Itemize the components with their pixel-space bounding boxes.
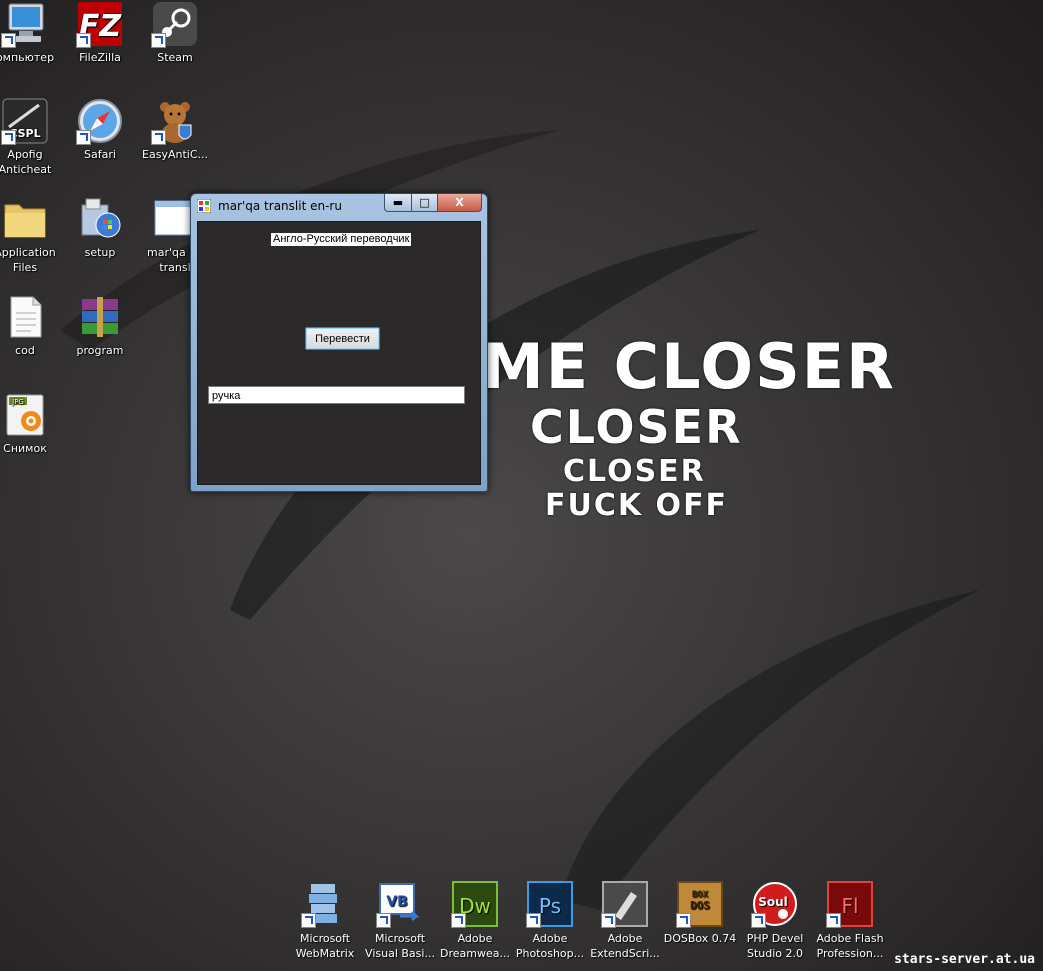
- svg-text:VB: VB: [386, 894, 408, 910]
- dock-item-photoshop[interactable]: Ps Adobe Photoshop...: [512, 880, 588, 961]
- wallpaper-text-line-2: CLOSER: [530, 400, 743, 454]
- svg-text:Ps: Ps: [539, 894, 561, 918]
- minimize-button[interactable]: ▬: [384, 194, 412, 212]
- folder-icon: [4, 204, 46, 238]
- winrar-icon: [82, 297, 118, 337]
- text-file-icon: [10, 296, 42, 338]
- wallpaper-text-line-4: FUCK OFF: [545, 488, 729, 523]
- watermark-text: stars-server.at.ua: [894, 952, 1035, 967]
- desktop-icon-snimok[interactable]: JPG Снимок: [0, 391, 63, 456]
- window-title: mar'qa translit en-ru: [218, 199, 342, 213]
- window-client-area: Англо-Русский переводчик Перевести ручка: [197, 221, 481, 485]
- desktop-icon-easyanticheat[interactable]: EasyAntiC...: [137, 97, 213, 162]
- svg-text:JPG: JPG: [11, 398, 24, 406]
- desktop-icon-cod[interactable]: cod: [0, 293, 63, 358]
- translator-heading-label: Англо-Русский переводчик: [271, 233, 412, 246]
- translation-input[interactable]: ручка: [208, 386, 465, 404]
- maximize-button[interactable]: □: [412, 194, 438, 212]
- dock-item-php-devel-studio[interactable]: Soul PHP Devel Studio 2.0: [737, 880, 813, 961]
- translate-button[interactable]: Перевести: [305, 327, 380, 350]
- translit-window[interactable]: mar'qa translit en-ru ▬ □ X Англо-Русски…: [190, 193, 488, 492]
- jpg-file-icon: JPG: [6, 394, 44, 436]
- dock-item-dosbox[interactable]: DOS BOX DOSBox 0.74: [662, 880, 738, 946]
- dock-item-visual-basic[interactable]: VB Microsoft Visual Basi...: [362, 880, 438, 961]
- app-window-icon: [197, 199, 211, 213]
- svg-text:Soul: Soul: [758, 895, 788, 909]
- svg-text:Fl: Fl: [841, 894, 858, 918]
- desktop-icon-filezilla[interactable]: FZ FileZilla: [62, 0, 138, 65]
- svg-text:BOX: BOX: [692, 890, 709, 900]
- wallpaper-text-line-1: ME CLOSER: [482, 330, 896, 403]
- desktop-icon-apofig[interactable]: CSPL Apofig Anticheat: [0, 97, 63, 177]
- dock-item-flash[interactable]: Fl Adobe Flash Profession...: [812, 880, 888, 961]
- dock-item-webmatrix[interactable]: Microsoft WebMatrix: [287, 880, 363, 961]
- wallpaper-text-line-3: CLOSER: [563, 454, 706, 489]
- setup-icon: [81, 198, 121, 238]
- desktop-icon-setup[interactable]: setup: [62, 195, 138, 260]
- close-button[interactable]: X: [438, 194, 482, 212]
- desktop-icon-safari[interactable]: Safari: [62, 97, 138, 162]
- svg-text:DOS: DOS: [690, 899, 710, 912]
- dock-item-dreamweaver[interactable]: Dw Adobe Dreamwea...: [437, 880, 513, 961]
- desktop-icon-application-files[interactable]: Application Files: [0, 195, 63, 275]
- desktop-icon-program[interactable]: program: [62, 293, 138, 358]
- desktop-icon-computer[interactable]: омпьютер: [0, 0, 63, 65]
- window-controls: ▬ □ X: [384, 194, 482, 213]
- desktop-icon-steam[interactable]: Steam: [137, 0, 213, 65]
- dock-item-extendscript[interactable]: Adobe ExtendScri...: [587, 880, 663, 961]
